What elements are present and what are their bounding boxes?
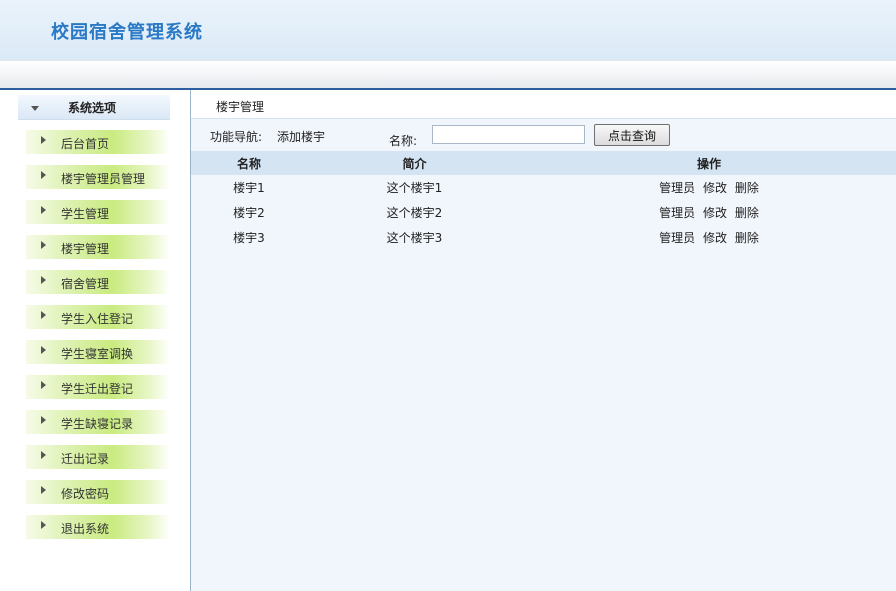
breadcrumb-bar: 楼宇管理: [191, 90, 896, 119]
admin-link[interactable]: 管理员: [659, 181, 695, 195]
sidebar-item-label: 退出系统: [61, 522, 110, 536]
column-header-description: 简介: [307, 151, 522, 175]
name-search-input[interactable]: [432, 125, 585, 144]
cell-description: 这个楼宇2: [386, 206, 443, 220]
search-button[interactable]: 点击查询: [594, 124, 670, 146]
sidebar-header[interactable]: 系统选项: [18, 95, 170, 120]
edit-link[interactable]: 修改: [703, 181, 727, 195]
toolbar-strip: [0, 60, 896, 89]
buildings-table: 名称 简介 操作 楼宇1 这个楼宇1 管理员 修改 删除 楼宇2 这个楼宇2 管…: [191, 151, 896, 250]
sidebar-item-dorms[interactable]: 宿舍管理: [26, 270, 170, 294]
arrow-right-icon: [41, 136, 46, 144]
edit-link[interactable]: 修改: [703, 231, 727, 245]
sidebar-item-dashboard[interactable]: 后台首页: [26, 130, 170, 154]
sidebar-item-label: 学生迁出登记: [61, 382, 134, 396]
sidebar-item-building-admin[interactable]: 楼宇管理员管理: [26, 165, 170, 189]
name-label: 名称:: [389, 134, 418, 148]
arrow-right-icon: [41, 241, 46, 249]
sidebar-item-label: 宿舍管理: [61, 277, 110, 291]
cell-actions: 管理员 修改 删除: [522, 225, 896, 250]
arrow-right-icon: [41, 521, 46, 529]
arrow-right-icon: [41, 276, 46, 284]
sidebar-item-buildings[interactable]: 楼宇管理: [26, 235, 170, 259]
app-title: 校园宿舍管理系统: [51, 22, 203, 43]
sidebar-item-students[interactable]: 学生管理: [26, 200, 170, 224]
edit-link[interactable]: 修改: [703, 206, 727, 220]
cell-description: 这个楼宇1: [386, 181, 443, 195]
sidebar-item-check-in[interactable]: 学生入住登记: [26, 305, 170, 329]
cell-description: 这个楼宇3: [386, 231, 443, 245]
sidebar-item-logout[interactable]: 退出系统: [26, 515, 170, 539]
cell-actions: 管理员 修改 删除: [522, 175, 896, 200]
sidebar-item-change-password[interactable]: 修改密码: [26, 480, 170, 504]
admin-link[interactable]: 管理员: [659, 206, 695, 220]
sidebar-item-label: 学生缺寝记录: [61, 417, 134, 431]
table-row: 楼宇3 这个楼宇3 管理员 修改 删除: [191, 225, 896, 250]
column-header-name: 名称: [191, 151, 307, 175]
cell-name: 楼宇1: [233, 181, 265, 195]
arrow-right-icon: [41, 451, 46, 459]
sidebar-item-label: 学生管理: [61, 207, 110, 221]
sidebar-item-room-swap[interactable]: 学生寝室调换: [26, 340, 170, 364]
delete-link[interactable]: 删除: [735, 206, 759, 220]
arrow-right-icon: [41, 171, 46, 179]
cell-name: 楼宇2: [233, 206, 265, 220]
header: 校园宿舍管理系统: [0, 0, 896, 60]
search-row: 功能导航: 添加楼宇 名称: 点击查询: [191, 120, 896, 150]
sidebar-item-move-out[interactable]: 学生迁出登记: [26, 375, 170, 399]
arrow-right-icon: [41, 206, 46, 214]
sidebar: 系统选项 后台首页 楼宇管理员管理 学生管理 楼宇管理 宿舍管理 学生入住登记 …: [0, 90, 191, 591]
sidebar-item-label: 修改密码: [61, 487, 110, 501]
sidebar-title: 系统选项: [68, 101, 117, 115]
cell-name: 楼宇3: [233, 231, 265, 245]
arrow-right-icon: [41, 346, 46, 354]
delete-link[interactable]: 删除: [735, 181, 759, 195]
main-content: 楼宇管理 功能导航: 添加楼宇 名称: 点击查询 名称 简介 操作 楼宇1 这个…: [191, 90, 896, 591]
delete-link[interactable]: 删除: [735, 231, 759, 245]
function-nav-label: 功能导航:: [210, 130, 263, 144]
sidebar-item-label: 后台首页: [61, 137, 110, 151]
arrow-right-icon: [41, 416, 46, 424]
cell-actions: 管理员 修改 删除: [522, 200, 896, 225]
sidebar-item-label: 学生入住登记: [61, 312, 134, 326]
breadcrumb: 楼宇管理: [216, 100, 265, 114]
admin-link[interactable]: 管理员: [659, 231, 695, 245]
sidebar-item-move-out-records[interactable]: 迁出记录: [26, 445, 170, 469]
sidebar-item-label: 迁出记录: [61, 452, 110, 466]
caret-down-icon: [31, 106, 39, 111]
table-row: 楼宇1 这个楼宇1 管理员 修改 删除: [191, 175, 896, 200]
sidebar-item-label: 楼宇管理员管理: [61, 172, 146, 186]
sidebar-item-absence[interactable]: 学生缺寝记录: [26, 410, 170, 434]
sidebar-item-label: 楼宇管理: [61, 242, 110, 256]
table-header-row: 名称 简介 操作: [191, 151, 896, 175]
sidebar-item-label: 学生寝室调换: [61, 347, 134, 361]
arrow-right-icon: [41, 311, 46, 319]
table-row: 楼宇2 这个楼宇2 管理员 修改 删除: [191, 200, 896, 225]
arrow-right-icon: [41, 381, 46, 389]
add-building-link[interactable]: 添加楼宇: [277, 128, 325, 145]
column-header-actions: 操作: [522, 151, 896, 175]
arrow-right-icon: [41, 486, 46, 494]
